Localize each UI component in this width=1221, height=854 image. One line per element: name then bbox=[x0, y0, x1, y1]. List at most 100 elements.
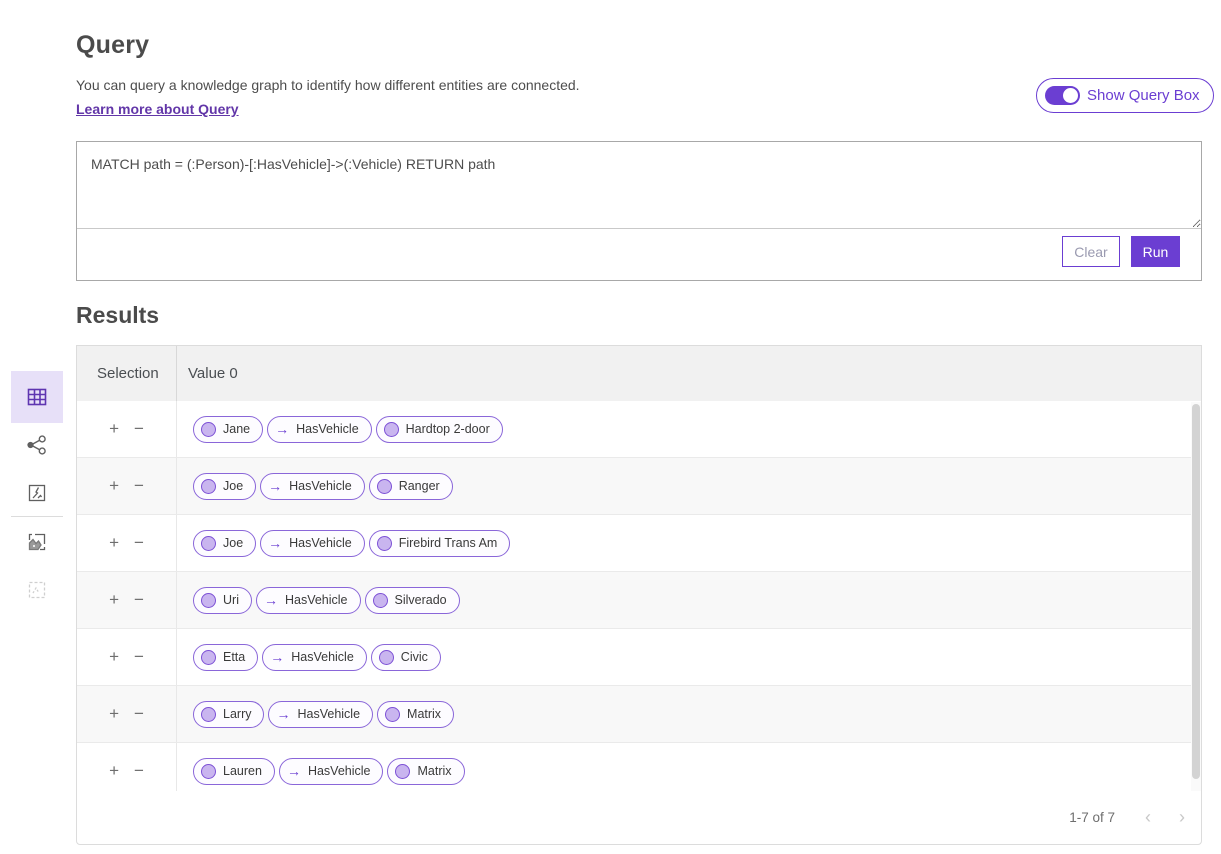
pagination-label: 1-7 of 7 bbox=[1069, 810, 1115, 825]
entity-chip[interactable]: Joe bbox=[193, 530, 256, 557]
chip-label: Etta bbox=[223, 650, 245, 664]
entity-chip[interactable]: Lauren bbox=[193, 758, 275, 785]
entity-chip[interactable]: Larry bbox=[193, 701, 264, 728]
page-description: You can query a knowledge graph to ident… bbox=[76, 77, 580, 93]
map-view-button[interactable] bbox=[11, 530, 63, 554]
scrollbar-thumb[interactable] bbox=[1192, 404, 1200, 779]
table-view-button[interactable] bbox=[11, 371, 63, 423]
entity-node-icon bbox=[201, 650, 216, 665]
remove-selection-button[interactable]: − bbox=[132, 476, 146, 496]
entity-chip[interactable]: Ranger bbox=[369, 473, 453, 500]
add-selection-button[interactable]: + bbox=[107, 704, 121, 724]
results-title: Results bbox=[76, 302, 159, 329]
chip-label: Matrix bbox=[407, 707, 441, 721]
relationship-chip[interactable]: →HasVehicle bbox=[256, 587, 361, 614]
entity-chip[interactable]: Matrix bbox=[387, 758, 464, 785]
toggle-label: Show Query Box bbox=[1087, 87, 1200, 104]
value-cell: Uri →HasVehicleSilverado bbox=[177, 572, 1201, 628]
chip-label: HasVehicle bbox=[291, 650, 354, 664]
value-cell: Larry→HasVehicle Matrix bbox=[177, 686, 1201, 742]
column-header-value0: Value 0 bbox=[177, 365, 238, 382]
entity-node-icon bbox=[377, 479, 392, 494]
learn-more-link[interactable]: Learn more about Query bbox=[76, 101, 239, 117]
relationship-chip[interactable]: →HasVehicle bbox=[268, 701, 373, 728]
show-query-box-toggle[interactable]: Show Query Box bbox=[1036, 78, 1214, 113]
value-cell: Etta →HasVehicle Civic bbox=[177, 629, 1201, 685]
clear-button[interactable]: Clear bbox=[1062, 236, 1120, 267]
chip-label: Uri bbox=[223, 593, 239, 607]
relationship-chip[interactable]: →HasVehicle bbox=[262, 644, 367, 671]
next-page-button[interactable]: › bbox=[1171, 806, 1193, 830]
arrow-right-icon: → bbox=[276, 707, 290, 721]
chip-label: Ranger bbox=[399, 479, 440, 493]
selection-cell: +− bbox=[77, 629, 177, 685]
entity-node-icon bbox=[385, 707, 400, 722]
entity-node-icon bbox=[377, 536, 392, 551]
entity-node-icon bbox=[201, 479, 216, 494]
chip-label: Lauren bbox=[223, 764, 262, 778]
remove-selection-button[interactable]: − bbox=[132, 590, 146, 610]
entity-chip[interactable]: Silverado bbox=[365, 587, 460, 614]
table-row: +− Joe →HasVehicle Ranger bbox=[77, 458, 1201, 515]
entity-chip[interactable]: Matrix bbox=[377, 701, 454, 728]
add-selection-button[interactable]: + bbox=[107, 647, 121, 667]
chart-view-button[interactable] bbox=[11, 481, 63, 505]
chip-label: Matrix bbox=[417, 764, 451, 778]
table-row: +− Uri →HasVehicleSilverado bbox=[77, 572, 1201, 629]
entity-node-icon bbox=[379, 650, 394, 665]
add-selection-button[interactable]: + bbox=[107, 533, 121, 553]
entity-chip[interactable]: Hardtop 2-door bbox=[376, 416, 503, 443]
run-button[interactable]: Run bbox=[1131, 236, 1180, 267]
prev-page-button[interactable]: ‹ bbox=[1137, 806, 1159, 830]
selection-cell: +− bbox=[77, 572, 177, 628]
relationship-chip[interactable]: → HasVehicle bbox=[267, 416, 372, 443]
chip-label: Civic bbox=[401, 650, 428, 664]
chip-label: Joe bbox=[223, 479, 243, 493]
link-chart-view-button[interactable] bbox=[11, 433, 63, 457]
entity-chip[interactable]: Uri bbox=[193, 587, 252, 614]
add-selection-button[interactable]: + bbox=[107, 761, 121, 781]
arrow-right-icon: → bbox=[275, 422, 289, 436]
query-panel: MATCH path = (:Person)-[:HasVehicle]->(:… bbox=[76, 141, 1202, 281]
remove-selection-button[interactable]: − bbox=[132, 761, 146, 781]
table-scrollbar[interactable] bbox=[1191, 402, 1201, 791]
query-actions: Clear Run bbox=[1062, 236, 1180, 267]
chip-label: Joe bbox=[223, 536, 243, 550]
table-footer: 1-7 of 7 ‹ › bbox=[77, 791, 1201, 844]
chip-label: HasVehicle bbox=[289, 536, 352, 550]
results-table: Selection Value 0 +−Jane→HasVehicleHardt… bbox=[76, 345, 1202, 845]
add-selection-button[interactable]: + bbox=[107, 419, 121, 439]
remove-selection-button[interactable]: − bbox=[132, 419, 146, 439]
query-input[interactable]: MATCH path = (:Person)-[:HasVehicle]->(:… bbox=[77, 142, 1201, 229]
sidebar-divider bbox=[11, 516, 63, 517]
entity-node-icon bbox=[201, 707, 216, 722]
add-selection-button[interactable]: + bbox=[107, 476, 121, 496]
table-row: +− Jane → HasVehicle Hardtop 2-door bbox=[77, 401, 1201, 458]
table-row: +− Lauren →HasVehicle Matrix bbox=[77, 743, 1201, 791]
relationship-chip[interactable]: →HasVehicle bbox=[260, 530, 365, 557]
entity-node-icon bbox=[201, 536, 216, 551]
remove-selection-button[interactable]: − bbox=[132, 647, 146, 667]
toggle-switch-icon bbox=[1045, 86, 1080, 105]
relationship-chip[interactable]: →HasVehicle bbox=[260, 473, 365, 500]
entity-node-icon bbox=[201, 593, 216, 608]
column-header-selection: Selection bbox=[77, 346, 177, 401]
chip-label: HasVehicle bbox=[296, 422, 359, 436]
remove-selection-button[interactable]: − bbox=[132, 533, 146, 553]
chip-label: Firebird Trans Am bbox=[399, 536, 498, 550]
remove-selection-button[interactable]: − bbox=[132, 704, 146, 724]
entity-chip[interactable]: Jane bbox=[193, 416, 263, 443]
arrow-right-icon: → bbox=[287, 764, 301, 778]
entity-chip[interactable]: Joe bbox=[193, 473, 256, 500]
page-title: Query bbox=[76, 31, 149, 60]
chip-label: Jane bbox=[223, 422, 250, 436]
chart-icon bbox=[25, 481, 49, 505]
chip-label: Hardtop 2-door bbox=[406, 422, 490, 436]
selection-cell: +− bbox=[77, 686, 177, 742]
table-header: Selection Value 0 bbox=[77, 346, 1201, 401]
entity-chip[interactable]: Civic bbox=[371, 644, 441, 671]
entity-chip[interactable]: Firebird Trans Am bbox=[369, 530, 511, 557]
entity-chip[interactable]: Etta bbox=[193, 644, 258, 671]
relationship-chip[interactable]: →HasVehicle bbox=[279, 758, 384, 785]
add-selection-button[interactable]: + bbox=[107, 590, 121, 610]
